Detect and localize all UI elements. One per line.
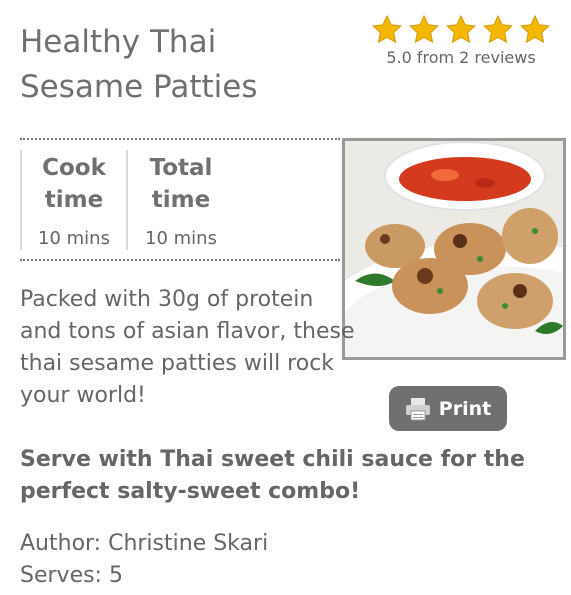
serving-note: Serve with Thai sweet chili sauce for th…	[20, 447, 525, 504]
recipe-times: Cook time 10 mins Total time 10 mins	[20, 150, 234, 250]
recipe-title-line1: Healthy Thai	[20, 24, 217, 60]
star-icon[interactable]	[444, 14, 478, 46]
print-button[interactable]: Print	[389, 386, 507, 431]
star-icon[interactable]	[518, 14, 552, 46]
total-time-label: Total time	[149, 155, 213, 213]
cook-time-label: Cook time	[42, 155, 106, 213]
star-icon[interactable]	[481, 14, 515, 46]
total-time: Total time 10 mins	[126, 150, 234, 250]
divider-bottom	[20, 259, 340, 261]
recipe-photo	[342, 138, 566, 360]
rating-stars[interactable]	[366, 14, 556, 46]
recipe-title: Healthy Thai Sesame Patties	[20, 20, 350, 110]
recipe-photo-illustration	[345, 141, 563, 357]
rating: 5.0 from 2 reviews	[366, 14, 556, 67]
recipe-author: Author: Christine Skari	[20, 531, 269, 556]
recipe-serves: Serves: 5	[20, 563, 123, 588]
print-button-label: Print	[438, 397, 492, 420]
total-time-value: 10 mins	[145, 228, 217, 249]
recipe-meta: Author: Christine Skari Serves: 5	[20, 528, 268, 592]
printer-icon	[405, 397, 430, 420]
cook-time: Cook time 10 mins	[20, 150, 126, 250]
recipe-title-line2: Sesame Patties	[20, 69, 258, 105]
star-icon[interactable]	[370, 14, 404, 46]
cook-time-value: 10 mins	[38, 228, 110, 249]
divider-top	[20, 138, 340, 140]
rating-summary: 5.0 from 2 reviews	[386, 48, 536, 67]
recipe-description: Packed with 30g of protein and tons of a…	[20, 287, 355, 408]
star-icon[interactable]	[407, 14, 441, 46]
